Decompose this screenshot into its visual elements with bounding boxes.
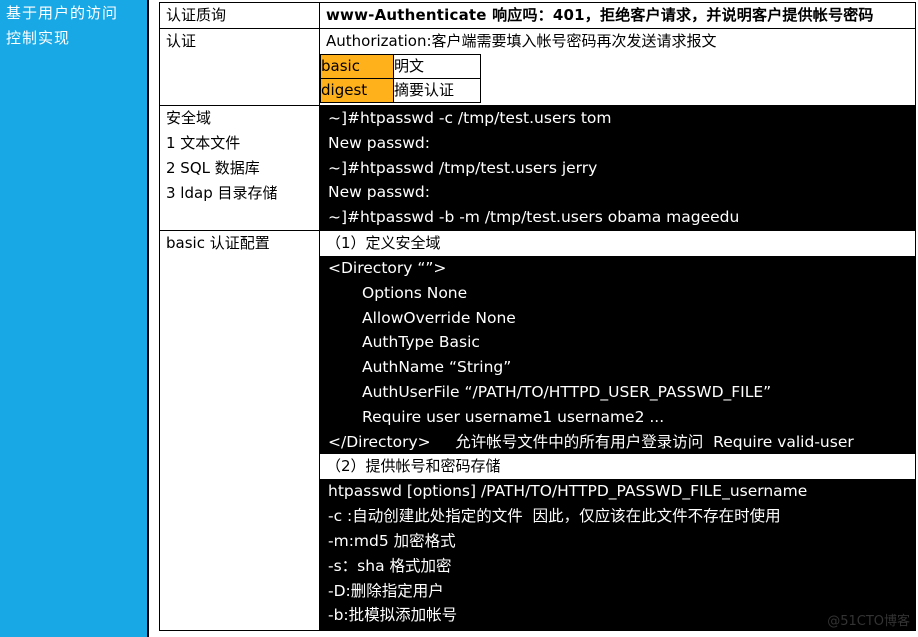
category-label: 基于用户的访问 控制实现 <box>6 4 119 47</box>
option-line: -m:md5 加密格式 <box>328 531 456 550</box>
step1-heading: （1）定义安全域 <box>326 233 441 252</box>
watermark: @51CTO博客 <box>827 614 910 629</box>
option-line: -s：sha 格式加密 <box>328 556 452 575</box>
option-line: -D:删除指定用户 <box>328 581 444 600</box>
key-realm-cell: 安全域 1 文本文件 2 SQL 数据库 3 ldap 目录存储 <box>159 105 320 231</box>
key-realm: 安全域 1 文本文件 2 SQL 数据库 3 ldap 目录存储 <box>166 109 278 202</box>
auth-type-desc: 明文 <box>393 54 481 79</box>
value-auth-cell: Authorization:客户端需要填入帐号密码再次发送请求报文 basic … <box>319 28 916 106</box>
auth-type-row: basic 明文 <box>320 54 481 79</box>
directory-open: <Directory “”> <box>328 258 447 277</box>
left-category-column: 基于用户的访问 控制实现 <box>0 0 149 637</box>
htpasswd-options-block: htpasswd [options] /PATH/TO/HTTPD_PASSWD… <box>320 479 915 631</box>
directory-config-block: <Directory “”> Options None AllowOverrid… <box>320 255 915 455</box>
content-table: 认证质询 www-Authenticate 响应吗：401，拒绝客户请求，并说明… <box>159 2 916 632</box>
auth-type-row: digest 摘要认证 <box>320 78 481 103</box>
value-realm-cell: ~]#htpasswd -c /tmp/test.users tom New p… <box>319 105 916 231</box>
directory-line: Options None <box>362 283 468 302</box>
key-basic-config: basic 认证配置 <box>159 229 320 632</box>
command-line: ~]#htpasswd -c /tmp/test.users tom <box>328 109 612 127</box>
htpasswd-commands-block: ~]#htpasswd -c /tmp/test.users tom New p… <box>320 106 915 230</box>
key-challenge: 认证质询 <box>159 2 320 29</box>
command-line: New passwd: <box>328 183 430 202</box>
auth-desc: Authorization:客户端需要填入帐号密码再次发送请求报文 <box>326 32 717 50</box>
command-line: ~]#htpasswd /tmp/test.users jerry <box>328 158 598 177</box>
row-auth: 认证 Authorization:客户端需要填入帐号密码再次发送请求报文 bas… <box>159 28 916 106</box>
auth-type-name: digest <box>320 78 394 103</box>
directory-line: AllowOverride None <box>362 308 516 327</box>
row-basic-config: basic 认证配置 （1）定义安全域 <Directory “”> Optio… <box>159 229 916 632</box>
option-line: htpasswd [options] /PATH/TO/HTTPD_PASSWD… <box>328 482 808 501</box>
option-line: -c :自动创建此处指定的文件 因此，仅应该在此文件不存在时使用 <box>328 507 781 526</box>
directory-line: Require user username1 username2 ... <box>362 407 665 426</box>
directory-close: </Directory> 允许帐号文件中的所有用户登录访问 Require va… <box>328 432 854 451</box>
value-challenge: www-Authenticate 响应吗：401，拒绝客户请求，并说明客户提供帐… <box>326 6 874 24</box>
step2-heading: （2）提供帐号和密码存储 <box>326 457 501 476</box>
row-realm: 安全域 1 文本文件 2 SQL 数据库 3 ldap 目录存储 ~]#htpa… <box>159 105 916 231</box>
directory-line: AuthName “String” <box>362 358 512 377</box>
directory-line: AuthUserFile “/PATH/TO/HTTPD_USER_PASSWD… <box>362 382 772 401</box>
command-line: ~]#htpasswd -b -m /tmp/test.users obama … <box>328 208 740 227</box>
auth-types-table: basic 明文 digest 摘要认证 <box>320 54 481 103</box>
row-challenge: 认证质询 www-Authenticate 响应吗：401，拒绝客户请求，并说明… <box>159 2 916 29</box>
column-gutter <box>149 0 159 637</box>
auth-type-name: basic <box>320 54 394 79</box>
key-auth: 认证 <box>159 28 320 106</box>
value-challenge-cell: www-Authenticate 响应吗：401，拒绝客户请求，并说明客户提供帐… <box>319 2 916 29</box>
command-line: New passwd: <box>328 133 430 152</box>
directory-line: AuthType Basic <box>362 333 480 352</box>
value-basic-config-cell: （1）定义安全域 <Directory “”> Options None All… <box>319 229 916 632</box>
auth-type-desc: 摘要认证 <box>393 78 481 103</box>
option-line: -b:批模拟添加帐号 <box>328 606 458 625</box>
